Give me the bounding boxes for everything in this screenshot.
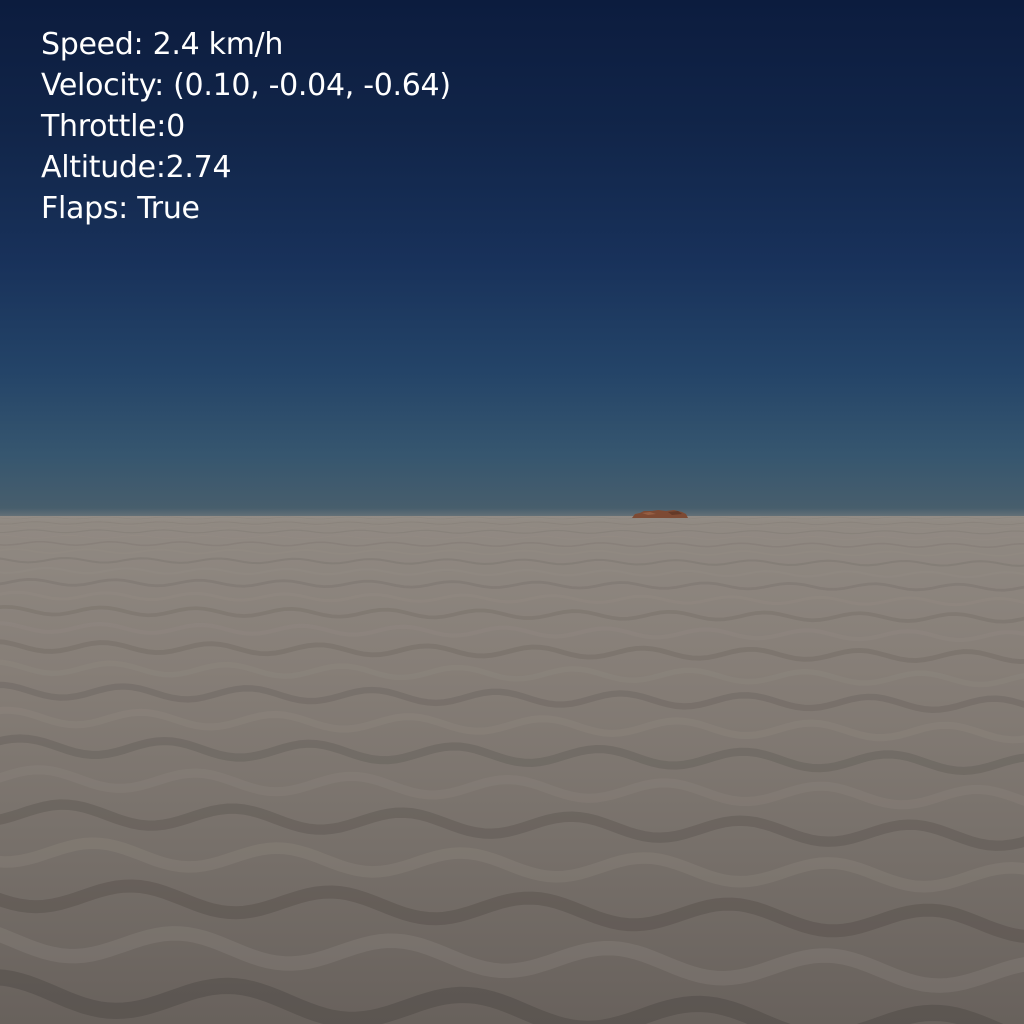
game-viewport[interactable]: Speed: 2.4 km/h Velocity: (0.10, -0.04, …	[0, 0, 1024, 1024]
sand-ripple	[0, 734, 1024, 775]
velocity-readout: Velocity: (0.10, -0.04, -0.64)	[41, 68, 451, 103]
sand-ripple	[0, 524, 1024, 530]
sand-ripple	[0, 590, 1024, 607]
sand-ripple	[0, 534, 1024, 541]
sand-ripple	[0, 706, 1024, 744]
flaps-readout: Flaps: True	[41, 191, 200, 226]
sand-ripple	[0, 540, 1024, 548]
sand-ripples	[0, 516, 1024, 1024]
sand-ripple	[0, 765, 1024, 810]
sand-ripple	[0, 566, 1024, 579]
sand-ripple	[0, 604, 1024, 624]
sand-ripple	[0, 556, 1024, 567]
horizon-haze	[0, 508, 1024, 522]
sand-ripple	[0, 799, 1024, 851]
sand-ripple	[0, 548, 1024, 557]
throttle-readout: Throttle:0	[41, 109, 185, 144]
sand-ripple	[0, 681, 1024, 713]
altitude-readout: Altitude:2.74	[41, 150, 232, 185]
sand-ripple	[0, 659, 1024, 688]
sand-ripple	[0, 639, 1024, 665]
sand-ground	[0, 516, 1024, 1024]
sand-ripple	[0, 969, 1004, 1024]
distant-rock-formation	[632, 510, 688, 518]
sand-ripple	[0, 578, 1024, 592]
sand-ripple	[0, 837, 1024, 893]
sand-ripple	[0, 529, 1024, 535]
sand-ripple	[0, 926, 1024, 993]
sand-ripple	[0, 521, 1024, 526]
flight-hud: Speed: 2.4 km/h Velocity: (0.10, -0.04, …	[41, 24, 451, 229]
speed-readout: Speed: 2.4 km/h	[41, 27, 284, 62]
sand-ripple	[0, 621, 1024, 643]
